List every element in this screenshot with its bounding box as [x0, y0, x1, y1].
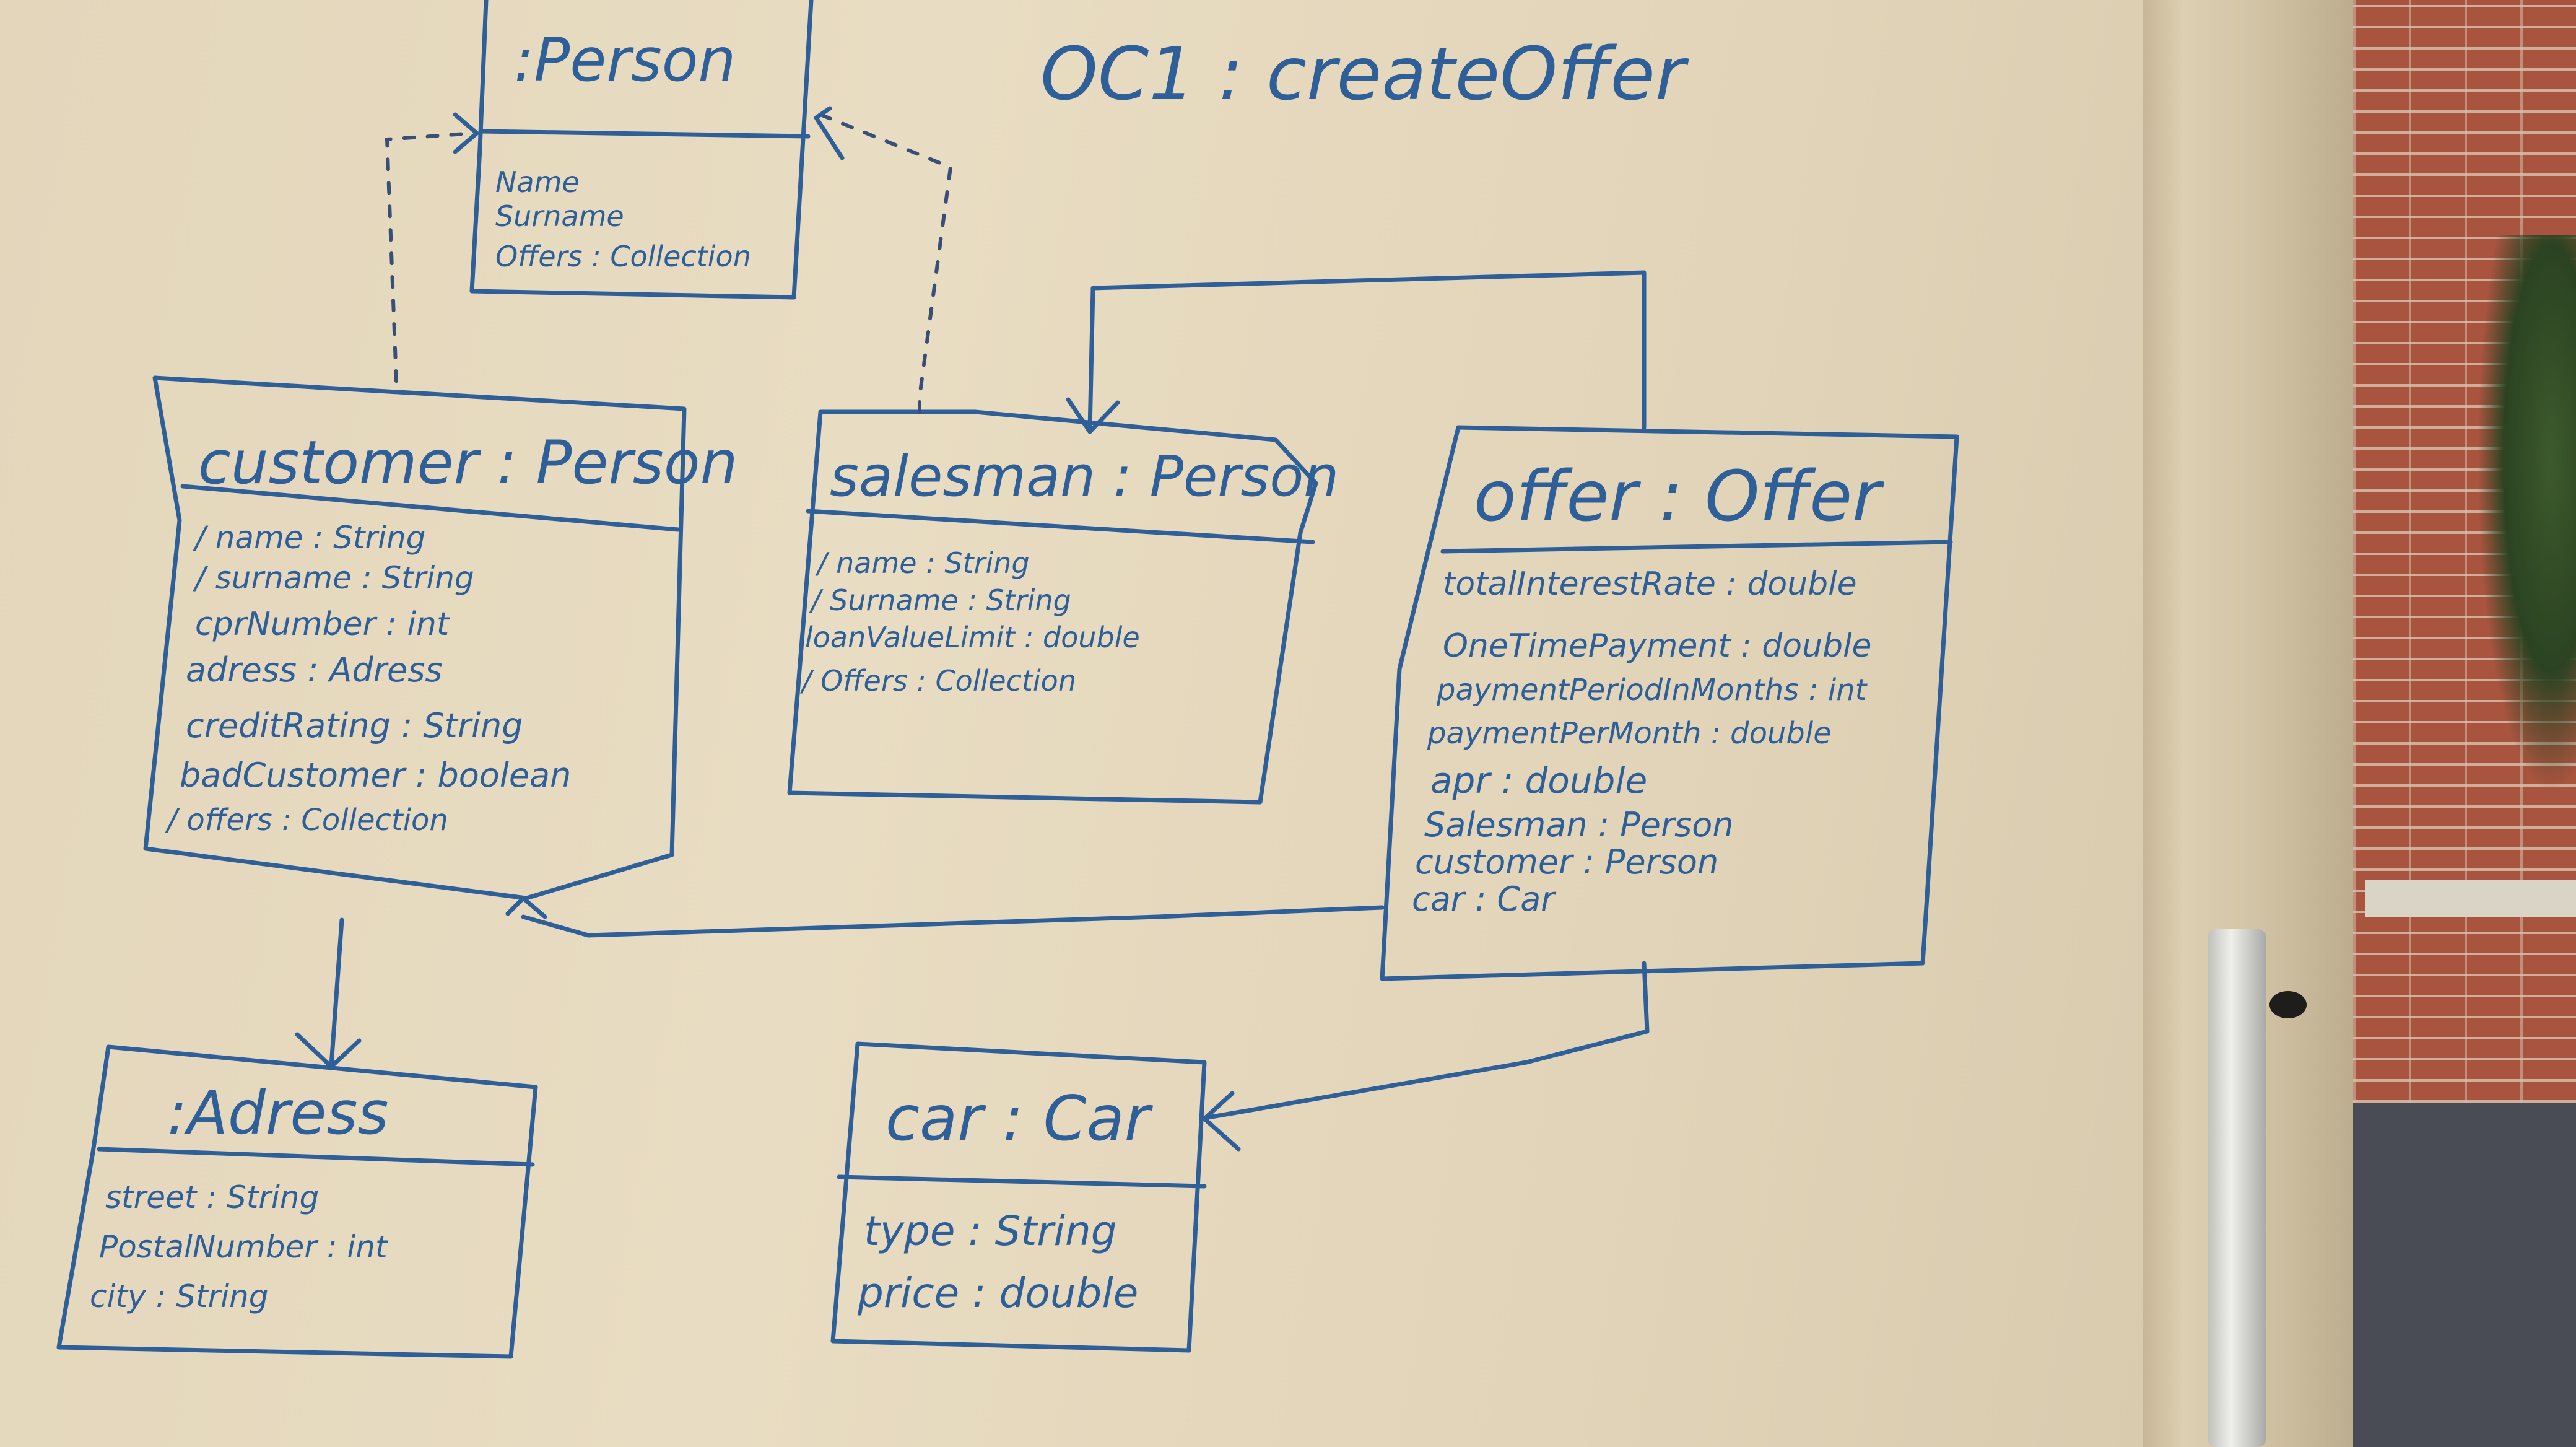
offer-object-header: offer : Offer	[1474, 457, 1884, 537]
offer-salesman-association	[1066, 270, 1647, 434]
car-attr: price : double	[857, 1269, 1138, 1317]
uml-object-diagram: OC1 : createOffer :Person Name Surname O…	[56, 0, 1959, 1359]
offer-attr: OneTimePayment : double	[1443, 627, 1872, 665]
car-object-box: car : Car type : String price : double	[830, 1041, 1207, 1353]
desk	[2365, 880, 2576, 917]
customer-attr: / surname : String	[193, 560, 474, 596]
person-attr: Offers : Collection	[495, 240, 751, 273]
adress-attr: PostalNumber : int	[99, 1229, 389, 1265]
offer-car-association	[1202, 961, 1650, 1152]
person-object-box: :Person Name Surname Offers : Collection	[469, 0, 814, 300]
offer-attr: car : Car	[1412, 880, 1556, 919]
adress-attr: street : String	[105, 1179, 319, 1215]
customer-attr: creditRating : String	[186, 706, 523, 745]
customer-adress-association	[295, 917, 362, 1069]
salesman-attr: / Offers : Collection	[799, 664, 1076, 697]
customer-object-box: customer : Person / name : String / surn…	[143, 375, 738, 901]
door-knob	[2269, 991, 2307, 1018]
customer-attr: adress : Adress	[186, 650, 443, 689]
offer-attr: paymentPerMonth : double	[1427, 716, 1832, 751]
doorway-background	[2353, 0, 2576, 1447]
car-object-header: car : Car	[886, 1082, 1154, 1155]
customer-attr: / name : String	[193, 520, 425, 556]
person-object-header: :Person	[514, 25, 736, 95]
plant	[2477, 235, 2576, 793]
offer-object-box: offer : Offer totalInterestRate : double…	[1380, 425, 1959, 981]
customer-attr: / offers : Collection	[165, 803, 448, 837]
customer-object-header: customer : Person	[198, 428, 738, 497]
salesman-object-header: salesman : Person	[830, 444, 1339, 509]
offer-attr: totalInterestRate : double	[1443, 566, 1857, 603]
floor	[2353, 1103, 2576, 1447]
offer-attr: customer : Person	[1415, 842, 1718, 881]
person-attr: Name	[495, 165, 580, 199]
customer-attr: cprNumber : int	[195, 606, 450, 643]
offer-customer-association	[505, 896, 1385, 938]
person-attr: Surname	[495, 199, 624, 233]
salesman-object-box: salesman : Person / name : String / Surn…	[787, 409, 1339, 805]
salesman-attr: / Surname : String	[809, 584, 1071, 617]
salesman-attr: loanValueLimit : double	[805, 621, 1140, 654]
adress-object-box: :Adress street : String PostalNumber : i…	[56, 1044, 538, 1359]
salesman-attr: / name : String	[815, 546, 1030, 580]
offer-attr: paymentPeriodInMonths : int	[1436, 673, 1868, 707]
customer-attr: badCustomer : boolean	[180, 756, 571, 795]
car-attr: type : String	[864, 1207, 1117, 1255]
adress-object-header: :Adress	[167, 1078, 389, 1148]
adress-attr: city : String	[90, 1279, 268, 1314]
diagram-title: OC1 : createOffer	[1040, 31, 1689, 116]
door-handle	[2208, 929, 2266, 1447]
offer-attr: apr : double	[1430, 759, 1647, 802]
offer-attr: Salesman : Person	[1424, 805, 1734, 844]
